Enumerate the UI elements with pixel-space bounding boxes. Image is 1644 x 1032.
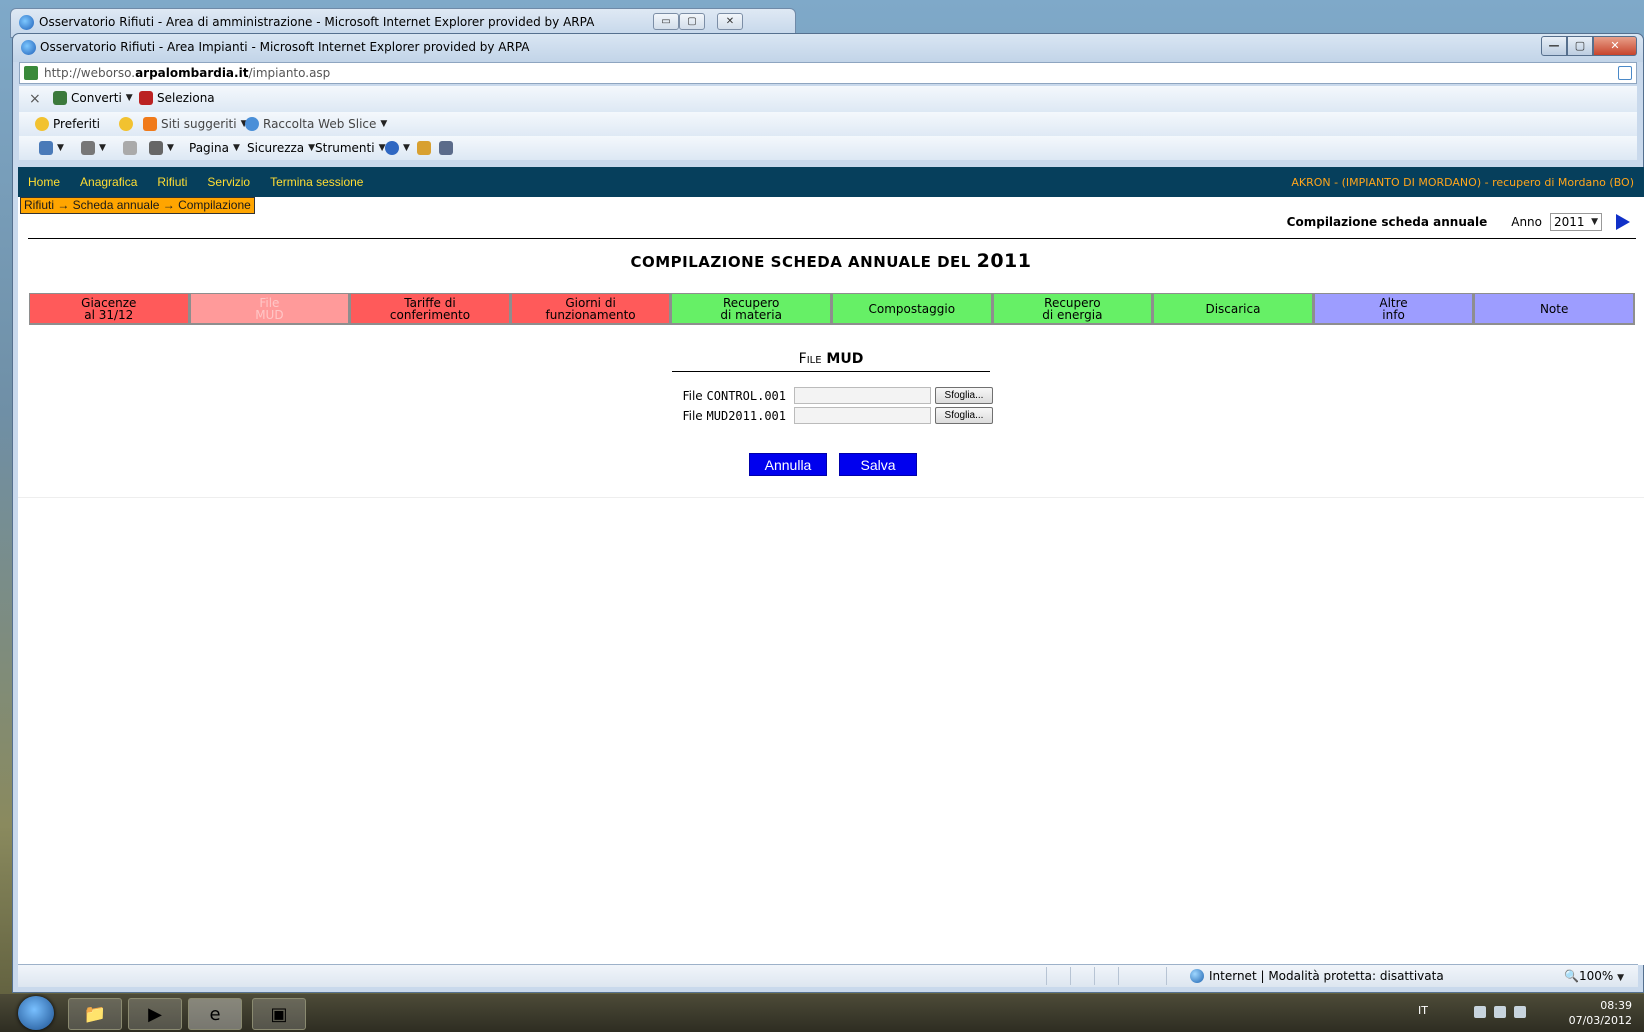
maximize-button[interactable]: ▢ <box>1567 36 1593 56</box>
nav-rifiuti[interactable]: Rifiuti <box>157 175 187 189</box>
media-player-taskbar-icon[interactable]: ▶ <box>128 998 182 1030</box>
tab-recupero-di-energia[interactable]: Recupero di energia <box>992 293 1154 325</box>
close-button[interactable]: ✕ <box>717 13 743 30</box>
tab-giorni-di-funzionamento[interactable]: Giorni di funzionamento <box>510 293 672 325</box>
suggested-sites-icon <box>143 117 157 131</box>
web-slice-button[interactable]: Raccolta Web Slice ▼ <box>245 117 387 131</box>
converti-toolbar: × Converti ▼ Seleziona <box>19 86 1637 112</box>
browse-button[interactable]: Sfoglia... <box>935 387 993 404</box>
page-title: Compilazione scheda annuale del 2011 <box>630 250 1032 272</box>
minimize-button[interactable]: ▭ <box>653 13 679 30</box>
star-icon <box>35 117 49 131</box>
address-bar[interactable]: http://weborso.arpalombardia.it/impianto… <box>19 62 1637 84</box>
flag-icon[interactable] <box>1474 1006 1486 1018</box>
preferiti-button[interactable]: Preferiti <box>35 117 100 131</box>
ie-taskbar-icon[interactable]: e <box>188 998 242 1030</box>
site-nav: Home Anagrafica Rifiuti Servizio Termina… <box>18 167 1644 197</box>
seleziona-button[interactable]: Seleziona <box>139 91 215 105</box>
control-file-input[interactable] <box>794 387 931 404</box>
strumenti-menu[interactable]: Strumenti ▼ <box>315 141 386 155</box>
clock[interactable]: 08:39 07/03/2012 <box>1569 998 1632 1028</box>
help-icon[interactable]: ▼ <box>385 141 410 155</box>
pagina-menu[interactable]: Pagina ▼ <box>189 141 240 155</box>
converti-icon <box>53 91 67 105</box>
zoom-level[interactable]: 🔍100% ▼ <box>1564 969 1624 983</box>
file-label: File CONTROL.001 <box>682 388 786 403</box>
language-indicator[interactable]: IT <box>1418 1004 1428 1017</box>
minimize-button[interactable]: — <box>1541 36 1567 56</box>
add-favorite-icon[interactable] <box>119 117 133 131</box>
cancel-button[interactable]: Annulla <box>749 453 827 476</box>
year-select[interactable]: 2011 ▼ <box>1550 213 1602 231</box>
start-button[interactable] <box>18 996 54 1030</box>
ie-icon <box>19 15 34 30</box>
file-label: File MUD2011.001 <box>682 408 786 423</box>
tab-tariffe-di-conferimento[interactable]: Tariffe di conferimento <box>350 293 511 325</box>
toolbar-close-icon[interactable]: × <box>29 91 41 107</box>
year-selector: Compilazione scheda annuale Anno 2011 ▼ <box>1287 213 1630 231</box>
home-icon[interactable]: ▼ <box>39 141 64 155</box>
ie-icon <box>21 40 36 55</box>
go-arrow-icon[interactable] <box>1616 214 1630 230</box>
section-tabs: Giacenze al 31/12 File MUD Tariffe di conf… <box>29 293 1635 325</box>
tab-file-mud[interactable]: File MUD <box>189 293 351 325</box>
tab-note[interactable]: Note <box>1474 293 1635 325</box>
restore-button[interactable]: ▢ <box>679 13 705 30</box>
tab-altre-info[interactable]: Altre info <box>1313 293 1475 325</box>
globe-icon <box>1190 969 1204 983</box>
command-bar: ▼ ▼ ▼ Pagina ▼ Sicurezza ▼ Strumenti ▼ ▼ <box>19 136 1637 160</box>
taskbar: 📁 ▶ e ▣ IT 08:39 07/03/2012 <box>0 994 1644 1032</box>
background-window-title: Osservatorio Rifiuti - Area di amministr… <box>39 15 595 29</box>
research-icon[interactable] <box>417 141 431 155</box>
compatibility-icon[interactable] <box>1618 66 1632 80</box>
year-label: Anno <box>1511 215 1542 229</box>
tab-giacenze-al-31-12[interactable]: Giacenze al 31/12 <box>29 293 190 325</box>
browse-button[interactable]: Sfoglia... <box>935 407 993 424</box>
tab-discarica[interactable]: Discarica <box>1153 293 1314 325</box>
url-text[interactable]: http://weborso.arpalombardia.it/impianto… <box>44 66 330 80</box>
nav-anagrafica[interactable]: Anagrafica <box>80 175 137 189</box>
file-row-control: File CONTROL.001 Sfoglia... <box>678 387 993 404</box>
network-icon[interactable] <box>1494 1006 1506 1018</box>
nav-termina-sessione[interactable]: Termina sessione <box>270 175 363 189</box>
explorer-taskbar-icon[interactable]: 📁 <box>68 998 122 1030</box>
tools-icon[interactable] <box>439 141 453 155</box>
print-icon[interactable]: ▼ <box>149 141 174 155</box>
status-bar: Internet | Modalità protetta: disattivat… <box>18 964 1638 987</box>
feeds-icon[interactable]: ▼ <box>81 141 106 155</box>
converti-button[interactable]: Converti ▼ <box>53 91 133 105</box>
close-button[interactable]: ✕ <box>1593 36 1637 56</box>
favorites-bar: Preferiti Siti suggeriti▼ Raccolta Web S… <box>19 112 1637 138</box>
pdf-icon <box>139 91 153 105</box>
tab-compostaggio[interactable]: Compostaggio <box>831 293 993 325</box>
plant-name: AKRON - (IMPIANTO DI MORDANO) - recupero… <box>1291 176 1634 189</box>
mail-icon[interactable] <box>123 141 137 155</box>
security-zone[interactable]: Internet | Modalità protetta: disattivat… <box>1190 969 1444 983</box>
web-slice-icon <box>245 117 259 131</box>
title-bar: Osservatorio Rifiuti - Area Impianti - M… <box>13 34 1643 62</box>
year-selector-heading: Compilazione scheda annuale <box>1286 215 1488 229</box>
breadcrumb: Rifiuti → Scheda annuale → Compilazione <box>20 197 255 214</box>
divider <box>28 238 1636 239</box>
nav-home[interactable]: Home <box>28 175 60 189</box>
nav-servizio[interactable]: Servizio <box>207 175 250 189</box>
volume-icon[interactable] <box>1514 1006 1526 1018</box>
section-title: File MUD <box>798 351 864 367</box>
app-taskbar-icon[interactable]: ▣ <box>252 998 306 1030</box>
page-icon <box>24 66 38 80</box>
tab-recupero-di-materia[interactable]: Recupero di materia <box>671 293 832 325</box>
window-title: Osservatorio Rifiuti - Area Impianti - M… <box>40 40 530 54</box>
siti-suggeriti-button[interactable]: Siti suggeriti▼ <box>143 117 248 131</box>
mud-file-input[interactable] <box>794 407 931 424</box>
section-divider <box>672 371 990 372</box>
file-row-mud: File MUD2011.001 Sfoglia... <box>678 407 993 424</box>
page-content: Home Anagrafica Rifiuti Servizio Termina… <box>18 167 1644 965</box>
content-end-divider <box>18 497 1644 498</box>
save-button[interactable]: Salva <box>839 453 917 476</box>
sicurezza-menu[interactable]: Sicurezza ▼ <box>247 141 315 155</box>
chevron-down-icon: ▼ <box>1591 217 1598 227</box>
